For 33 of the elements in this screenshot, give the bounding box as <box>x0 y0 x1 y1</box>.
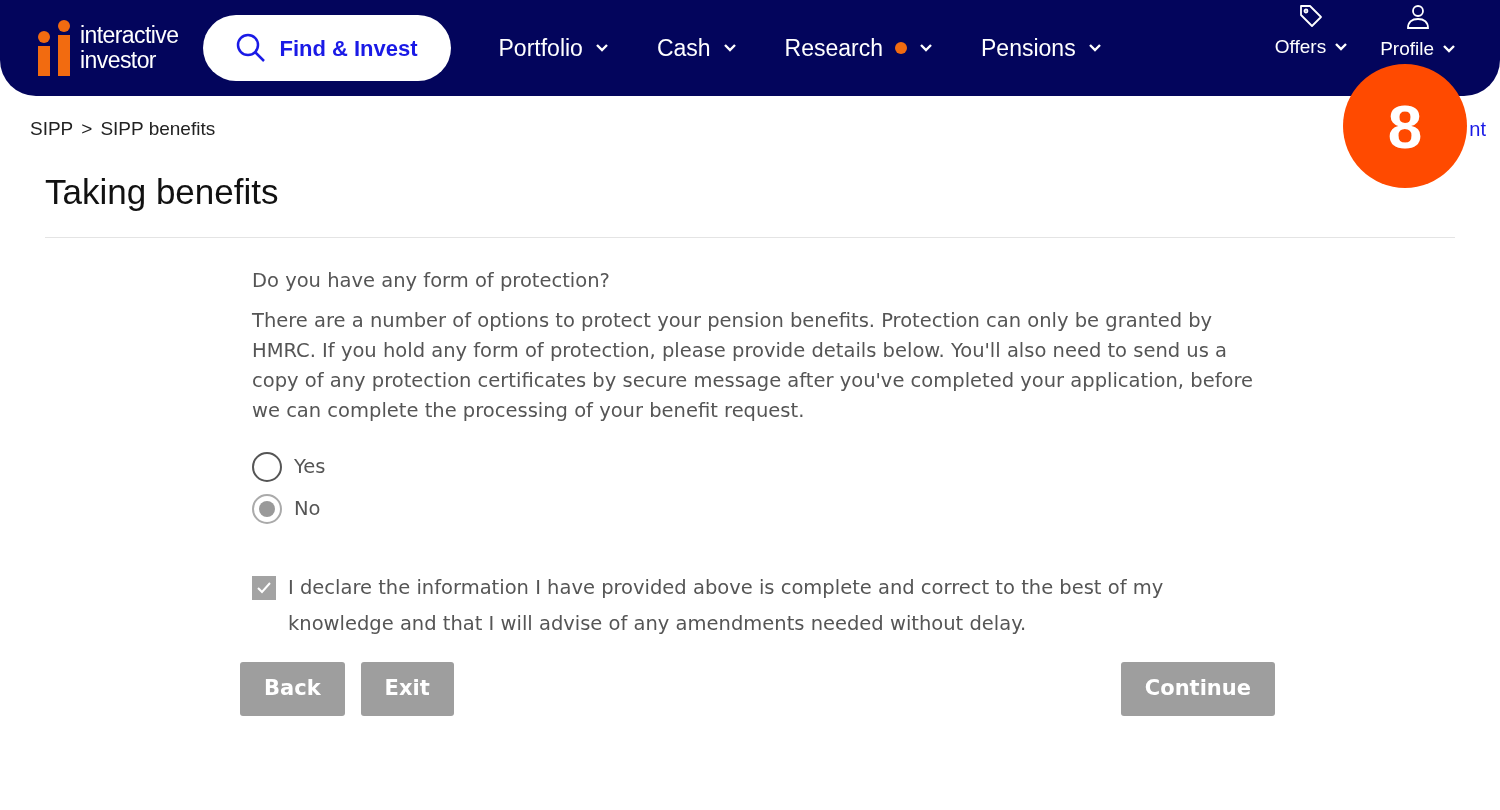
radio-button[interactable] <box>252 493 282 524</box>
radio-label: Yes <box>294 453 326 480</box>
nav-utility-item[interactable]: Profile <box>1380 2 1456 64</box>
breadcrumb-link[interactable]: SIPP benefits <box>100 114 216 144</box>
nav-menu-item[interactable]: Pensions <box>981 30 1102 66</box>
step-number-badge: 8 <box>1343 64 1467 188</box>
explanation-paragraph: There are a number of options to protect your pension benefits. Protection can only be granted by HMRC. If you hold any form of protection, please provide details below. You'll also need to send us a copy of any protection certificates by secure message after you've completed your application, before we can complete the processing of your benefit request. <box>252 307 1255 424</box>
chevron-down-icon <box>1442 44 1456 54</box>
question-text: Do you have any form of protection? <box>252 267 611 294</box>
chevron-down-icon <box>1334 42 1349 52</box>
chevron-down-icon <box>1087 43 1102 53</box>
chevron-down-icon <box>722 43 737 53</box>
radio-button[interactable] <box>252 451 282 482</box>
chevron-down-icon <box>594 43 609 53</box>
find-and-invest-button[interactable]: Find & Invest <box>202 15 451 81</box>
logo-icon <box>36 19 72 77</box>
breadcrumb-separator: > <box>81 116 93 141</box>
logo-text: investor <box>80 48 157 73</box>
radio-label: No <box>294 495 321 522</box>
checkmark-icon <box>256 580 272 595</box>
nav-menu-item[interactable]: Cash <box>656 30 737 66</box>
tag-icon <box>1298 2 1325 29</box>
page-title: Taking benefits <box>45 171 280 213</box>
declaration-checkbox[interactable] <box>252 575 276 600</box>
breadcrumb-link[interactable]: SIPP <box>30 114 74 144</box>
link[interactable]: nt <box>1469 114 1486 144</box>
nav-menu-item[interactable]: Research <box>784 30 934 66</box>
nav-menu-item[interactable]: Portfolio <box>498 30 609 66</box>
nav-utility-item[interactable]: Offers <box>1274 2 1349 62</box>
chevron-down-icon <box>919 43 934 53</box>
logo-text: interactive <box>80 23 179 48</box>
person-icon <box>1405 2 1432 31</box>
declaration-text: I declare the information I have provided above is complete and correct to the best of my knowledge and that I will advise of any amendments needed without delay. <box>288 574 1165 637</box>
